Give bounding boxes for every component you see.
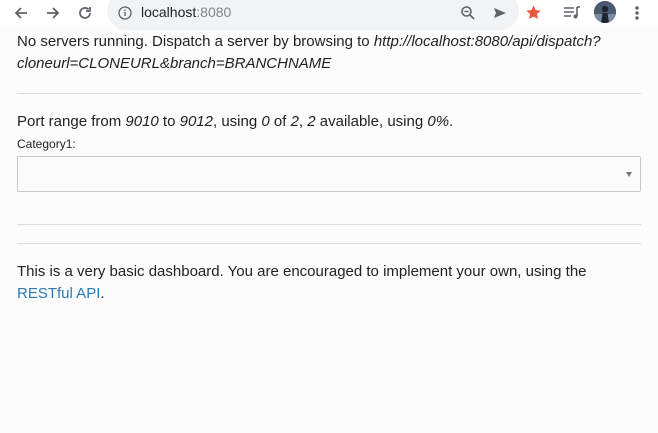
port-from: 9010	[125, 113, 159, 130]
reload-icon[interactable]	[75, 0, 95, 25]
port-to: 9012	[179, 113, 213, 130]
zoom-out-icon[interactable]	[459, 0, 477, 25]
url-host: localhost	[141, 4, 197, 20]
profile-avatar[interactable]	[594, 1, 616, 23]
dashboard-note-end: .	[100, 284, 105, 302]
divider	[17, 93, 641, 94]
ports-available: 2	[307, 113, 316, 130]
ports-total: 2	[290, 113, 299, 130]
media-queue-icon[interactable]	[562, 0, 582, 25]
back-icon[interactable]	[11, 0, 31, 25]
port-text: Port range from	[17, 113, 126, 130]
port-text: of	[269, 113, 291, 130]
forward-icon[interactable]	[43, 0, 63, 25]
send-icon[interactable]	[491, 0, 509, 25]
site-info-icon[interactable]	[117, 0, 133, 25]
category-select[interactable]	[17, 156, 641, 192]
port-range-summary: Port range from 9010 to 9012, using 0 of…	[17, 111, 453, 133]
browser-toolbar: localhost:8080	[0, 0, 658, 30]
restful-api-link[interactable]: RESTful API	[17, 285, 100, 302]
divider	[17, 243, 641, 244]
ports-used: 0	[261, 113, 270, 130]
url-port: :8080	[196, 4, 232, 20]
port-text: to	[158, 113, 180, 130]
divider	[17, 224, 641, 225]
dashboard-note-text: This is a very basic dashboard. You are …	[17, 263, 587, 280]
ports-percent: 0%	[427, 113, 450, 130]
dashboard-note: This is a very basic dashboard. You are …	[17, 261, 641, 304]
port-text: .	[449, 113, 454, 130]
bookmark-star-icon[interactable]	[523, 0, 543, 25]
url-text: localhost:8080	[141, 3, 231, 21]
category-label: Category1:	[17, 137, 76, 151]
port-text: , using	[213, 113, 262, 130]
menu-icon[interactable]	[628, 0, 646, 25]
chevron-down-icon	[626, 172, 632, 177]
port-text: available, using	[315, 113, 428, 130]
servers-status: No servers running. Dispatch a server by…	[17, 31, 641, 74]
servers-lead-text: No servers running. Dispatch a server by…	[17, 33, 374, 50]
port-text: ,	[298, 113, 308, 130]
